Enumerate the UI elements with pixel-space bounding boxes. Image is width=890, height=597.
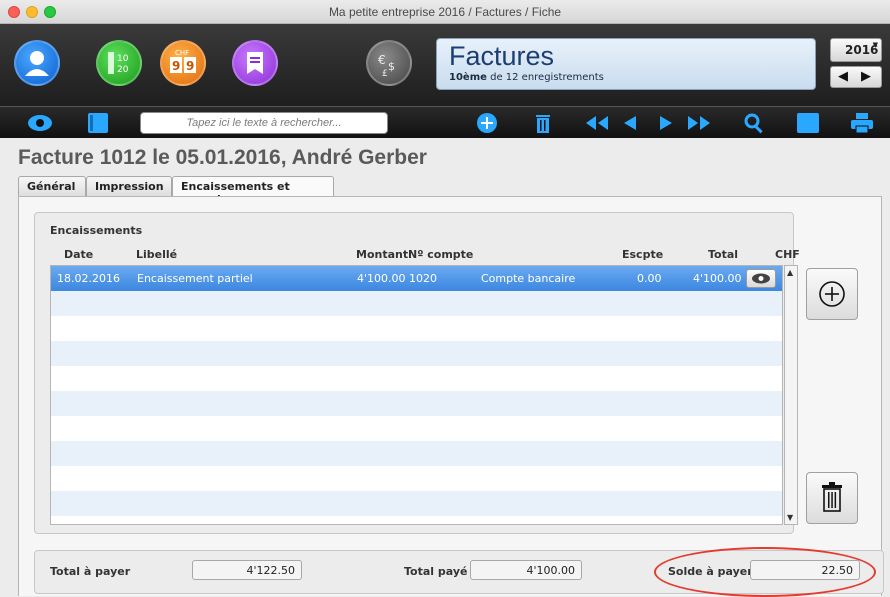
encaissements-table: 18.02.2016 Encaissement partiel 4'100.00… — [50, 265, 783, 525]
record-counter: 10ème de 12 enregistrements — [449, 72, 604, 83]
bookmark-icon[interactable] — [232, 40, 278, 86]
add-entry-button[interactable] — [806, 268, 858, 320]
cell-compte-no: 1020 — [409, 272, 437, 285]
svg-text:£: £ — [382, 69, 388, 79]
find-icon[interactable] — [742, 111, 766, 135]
tab-encaissements[interactable]: Encaissements et rappels — [172, 176, 334, 206]
svg-text:9: 9 — [172, 59, 180, 73]
table-row[interactable] — [51, 366, 782, 391]
cell-escpte: 0.00 — [637, 272, 662, 285]
svg-text:9: 9 — [186, 59, 194, 73]
record-suffix: de 12 enregistrements — [490, 72, 604, 83]
cell-libelle: Encaissement partiel — [137, 272, 253, 285]
table-row[interactable] — [51, 291, 782, 316]
total-paye-field: 4'100.00 — [470, 560, 582, 580]
next-year-icon[interactable]: ▶ — [861, 69, 871, 84]
table-row[interactable] — [51, 466, 782, 491]
record-index: 10ème — [449, 72, 487, 83]
column-header-montant: Montant — [356, 248, 409, 261]
cell-compte-nom: Compte bancaire — [481, 272, 576, 285]
toolbar: Tapez ici le texte à rechercher... — [0, 106, 890, 138]
module-title: Factures — [449, 41, 555, 71]
user-icon[interactable] — [14, 40, 60, 86]
window-title: Ma petite entreprise 2016 / Factures / F… — [328, 5, 562, 19]
previous-record-icon[interactable] — [620, 111, 640, 135]
module-title-panel: Factures 10ème de 12 enregistrements — [436, 38, 816, 90]
delete-entry-button[interactable] — [806, 472, 858, 524]
next-record-icon[interactable] — [656, 111, 676, 135]
encaissements-label: Encaissements — [50, 224, 143, 237]
year-selector[interactable]: 2016 ▼ — [830, 38, 882, 62]
add-icon[interactable] — [474, 111, 500, 135]
trash-icon — [822, 482, 842, 512]
column-header-date: Date — [64, 248, 94, 261]
column-header-chf: CHF — [775, 248, 800, 261]
chf-label: CHF — [175, 49, 189, 57]
last-record-icon[interactable] — [684, 111, 714, 135]
table-row[interactable]: 18.02.2016 Encaissement partiel 4'100.00… — [51, 266, 782, 291]
highlight-ellipse — [654, 547, 876, 597]
plus-circle-icon — [819, 281, 845, 307]
table-row[interactable] — [51, 491, 782, 516]
cell-total: 4'100.00 — [693, 272, 742, 285]
column-header-escpte: Escpte — [622, 248, 664, 261]
numbers-line-2: 20 — [117, 65, 129, 75]
page-title: Facture 1012 le 05.01.2016, André Gerber — [18, 146, 427, 169]
tab-impression[interactable]: Impression — [86, 176, 172, 196]
numbers-line-1: 10 — [117, 54, 129, 64]
svg-text:$: $ — [388, 60, 395, 73]
total-paye-label: Total payé — [404, 565, 468, 578]
column-header-libelle: Libellé — [136, 248, 178, 261]
print-icon[interactable] — [848, 111, 876, 135]
eye-icon — [752, 273, 770, 284]
app-window: Ma petite entreprise 2016 / Factures / F… — [0, 0, 890, 597]
module-header: 10 20 CHF 9 9 € $ £ Factures 10ème de 12… — [0, 24, 890, 106]
currency-chf-icon[interactable]: CHF 9 9 — [160, 40, 206, 86]
table-row[interactable] — [51, 391, 782, 416]
column-header-total: Total — [708, 248, 739, 261]
scroll-up-icon[interactable]: ▲ — [787, 268, 793, 277]
cell-montant: 4'100.00 — [357, 272, 406, 285]
tab-general[interactable]: Général — [18, 176, 86, 196]
trash-icon[interactable] — [532, 111, 554, 135]
total-a-payer-field: 4'122.50 — [192, 560, 302, 580]
table-row[interactable] — [51, 316, 782, 341]
table-row[interactable] — [51, 441, 782, 466]
table-row[interactable] — [51, 416, 782, 441]
scroll-down-icon[interactable]: ▼ — [787, 513, 793, 522]
view-entry-button[interactable] — [746, 269, 776, 288]
first-record-icon[interactable] — [582, 111, 612, 135]
currency-exchange-icon[interactable]: € $ £ — [366, 40, 412, 86]
view-icon[interactable] — [26, 111, 54, 135]
previous-year-icon[interactable]: ◀ — [838, 69, 848, 84]
table-scrollbar[interactable]: ▲ ▼ — [784, 265, 798, 525]
numbers-icon[interactable]: 10 20 — [96, 40, 142, 86]
svg-text:€: € — [378, 53, 386, 67]
list-view-icon[interactable] — [84, 111, 112, 135]
dropdown-caret-icon: ▼ — [872, 41, 878, 49]
title-bar: Ma petite entreprise 2016 / Factures / F… — [0, 0, 890, 24]
cell-date: 18.02.2016 — [57, 272, 120, 285]
document-icon[interactable] — [794, 111, 822, 135]
table-row[interactable] — [51, 341, 782, 366]
search-input[interactable]: Tapez ici le texte à rechercher... — [140, 112, 388, 134]
total-a-payer-label: Total à payer — [50, 565, 131, 578]
year-navigation: ◀ ▶ — [830, 66, 882, 88]
column-header-compte: Nº compte — [408, 248, 474, 261]
